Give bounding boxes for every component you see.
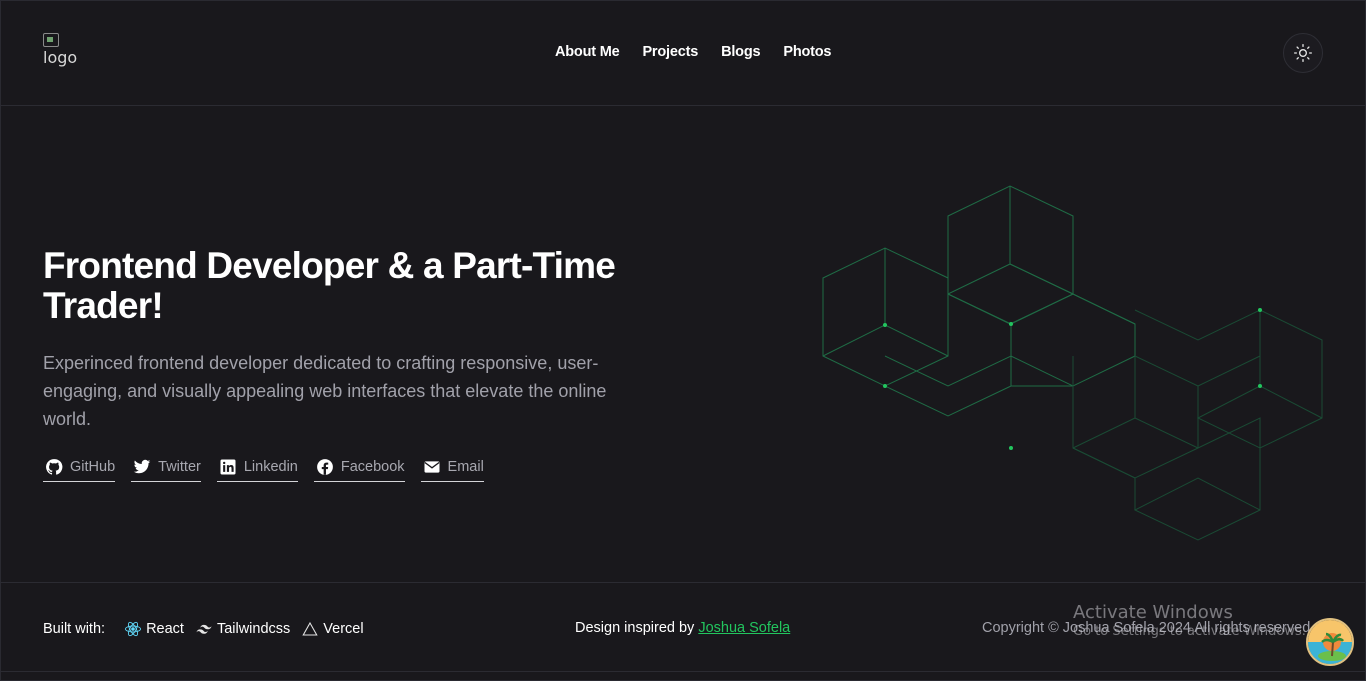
hero-title: Frontend Developer & a Part-Time Trader! xyxy=(43,245,616,326)
facebook-icon xyxy=(316,458,333,475)
theme-toggle-button[interactable] xyxy=(1283,33,1323,73)
tech-label: React xyxy=(146,621,184,637)
broken-image-icon xyxy=(43,33,59,47)
linkedin-icon xyxy=(220,459,236,474)
social-label: GitHub xyxy=(70,458,116,475)
vercel-icon xyxy=(302,621,318,636)
social-label: Twitter xyxy=(158,458,201,475)
social-linkedin-link[interactable]: Linkedin xyxy=(216,456,298,482)
windows-activation-watermark: Activate Windows Go to Settings to activ… xyxy=(1073,602,1306,639)
social-email-link[interactable]: Email xyxy=(420,456,484,482)
design-credit: Design inspired by Joshua Sofela xyxy=(575,620,790,636)
social-label: Facebook xyxy=(340,458,405,475)
social-twitter-link[interactable]: Twitter xyxy=(131,456,201,482)
tech-label: Tailwindcss xyxy=(216,621,291,637)
github-icon xyxy=(46,458,63,475)
watermark-title: Activate Windows xyxy=(1073,602,1233,623)
tech-tailwind-link[interactable]: Tailwindcss xyxy=(195,620,290,638)
floating-avatar-button[interactable] xyxy=(1306,618,1354,666)
isometric-cubes-illustration xyxy=(822,185,1323,541)
main-nav: About Me Projects Blogs Photos xyxy=(555,44,831,60)
nav-photos[interactable]: Photos xyxy=(783,44,831,60)
mail-icon xyxy=(424,460,440,473)
tech-react-link[interactable]: React xyxy=(124,620,184,638)
nav-blogs[interactable]: Blogs xyxy=(721,44,760,60)
hero-description: Experinced frontend developer dedicated … xyxy=(43,353,607,429)
tailwind-icon xyxy=(196,624,212,634)
social-links: GitHub Twitter Linkedin Facebook Email xyxy=(43,456,484,482)
social-facebook-link[interactable]: Facebook xyxy=(313,456,405,482)
nav-projects[interactable]: Projects xyxy=(642,44,698,60)
social-label: Email xyxy=(447,458,484,475)
built-with-label: Built with: xyxy=(43,621,106,637)
tech-vercel-link[interactable]: Vercel xyxy=(301,620,364,638)
react-icon xyxy=(125,621,142,637)
twitter-icon xyxy=(133,459,151,473)
design-credit-prefix: Design inspired by xyxy=(575,620,695,636)
watermark-subtitle: Go to Settings to activate Windows. xyxy=(1073,624,1306,639)
social-github-link[interactable]: GitHub xyxy=(43,456,116,482)
design-credit-link[interactable]: Joshua Sofela xyxy=(698,620,790,636)
built-with: Built with: React Tailwindcss Vercel xyxy=(43,620,375,638)
logo-alt-text: logo xyxy=(43,48,78,67)
logo-link[interactable]: logo xyxy=(43,33,83,73)
site-header: logo About Me Projects Blogs Photos xyxy=(0,0,1366,106)
tech-label: Vercel xyxy=(323,621,364,637)
nav-about-me[interactable]: About Me xyxy=(555,44,620,60)
social-label: Linkedin xyxy=(243,458,298,475)
sun-icon xyxy=(1294,44,1312,62)
